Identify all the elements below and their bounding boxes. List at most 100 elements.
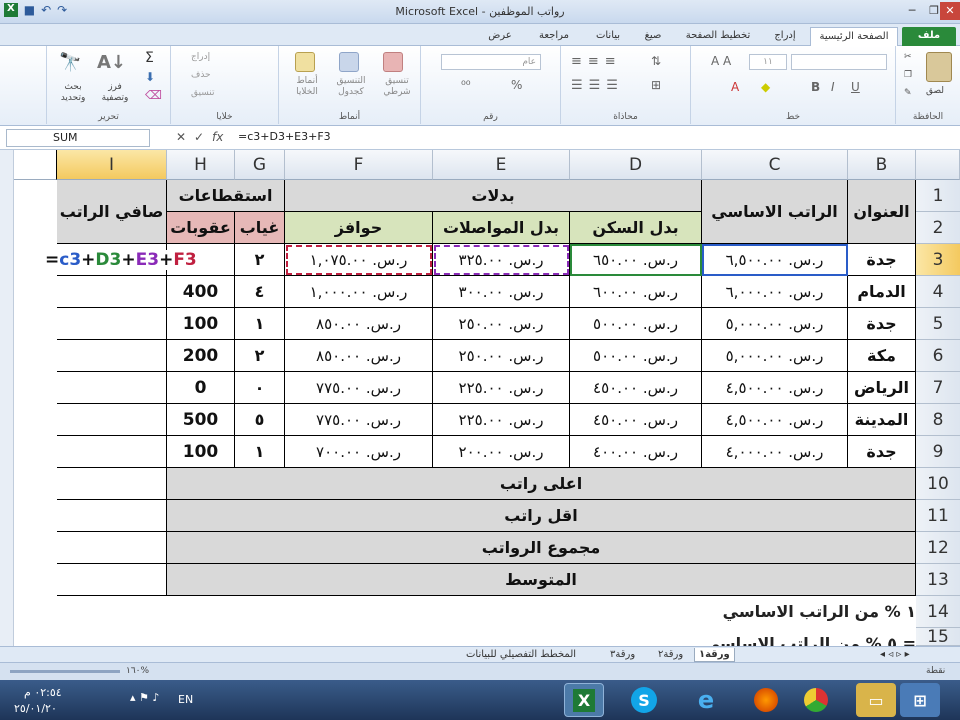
column-header-g[interactable]: G <box>235 150 285 180</box>
cell-net-6[interactable] <box>57 340 167 372</box>
font-color-icon[interactable]: A <box>731 80 739 94</box>
enter-icon[interactable]: ✓ <box>194 130 204 144</box>
note-row-14[interactable]: ١ % من الراتب الاساسي <box>723 602 916 621</box>
copy-icon[interactable]: ❐ <box>904 70 912 80</box>
cell-basic-5[interactable]: ر.س. ٥,٠٠٠.٠٠ <box>702 308 848 340</box>
cell-basic-6[interactable]: ر.س. ٥,٠٠٠.٠٠ <box>702 340 848 372</box>
cell-city-3[interactable]: جدة <box>848 244 916 276</box>
sheet-tab-0[interactable]: ورقة١ <box>694 648 735 662</box>
cancel-icon[interactable]: ✕ <box>176 130 186 144</box>
cell-housing-4[interactable]: ر.س. ٦٠٠.٠٠ <box>570 276 702 308</box>
autosum-icon[interactable]: Σ <box>145 50 154 66</box>
tab-2[interactable]: إدراج <box>764 27 806 46</box>
insert-cells-button[interactable]: إدراج <box>191 52 210 62</box>
firefox-icon[interactable] <box>746 683 786 717</box>
cell-absence-9[interactable]: ١ <box>235 436 285 468</box>
sheet-tab-2[interactable]: ورقة٣ <box>606 648 639 662</box>
cell-transport-7[interactable]: ر.س. ٢٢٥.٠٠ <box>433 372 570 404</box>
cell-basic-4[interactable]: ر.س. ٦,٠٠٠.٠٠ <box>702 276 848 308</box>
row-header-8[interactable]: 8 <box>916 404 960 436</box>
close-button[interactable]: ✕ <box>940 2 960 20</box>
name-box[interactable]: SUM <box>6 129 150 147</box>
column-header-f[interactable]: F <box>285 150 433 180</box>
column-header-e[interactable]: E <box>433 150 570 180</box>
header-transport[interactable]: بدل المواصلات <box>433 212 570 244</box>
row-header-12[interactable]: 12 <box>916 532 960 564</box>
tab-3[interactable]: تخطيط الصفحة <box>676 27 760 46</box>
cell-absence-3[interactable]: ٢ <box>235 244 285 276</box>
horizontal-align-icons[interactable]: ☰☰☰ <box>571 78 624 93</box>
row-header-1[interactable]: 1 <box>916 180 960 212</box>
insert-function-icon[interactable]: fx <box>212 130 223 144</box>
cell-absence-6[interactable]: ٢ <box>235 340 285 372</box>
sheet-tab-1[interactable]: ورقة٢ <box>654 648 687 662</box>
cell-absence-5[interactable]: ١ <box>235 308 285 340</box>
cell-net-7[interactable] <box>57 372 167 404</box>
conditional-format-icon[interactable] <box>383 52 403 72</box>
summary-label-0[interactable]: اعلى راتب <box>167 468 916 500</box>
ie-icon[interactable]: e <box>686 683 726 717</box>
sort-filter-icon[interactable]: A↓ <box>97 52 126 73</box>
cell-net-5[interactable] <box>57 308 167 340</box>
header-incentives[interactable]: حوافز <box>285 212 433 244</box>
delete-cells-button[interactable]: حذف <box>191 70 211 80</box>
font-name-field[interactable] <box>791 54 887 70</box>
cell-city-6[interactable]: مكة <box>848 340 916 372</box>
cell-absence-4[interactable]: ٤ <box>235 276 285 308</box>
header-allowances[interactable]: بدلات <box>285 180 702 212</box>
cell-basic-8[interactable]: ر.س. ٤,٥٠٠.٠٠ <box>702 404 848 436</box>
merge-icon[interactable]: ⊞ <box>651 78 661 92</box>
cell-transport-3[interactable]: ر.س. ٣٢٥.٠٠ <box>433 244 570 276</box>
row-header-3[interactable]: 3 <box>916 244 960 276</box>
format-cells-button[interactable]: تنسيق <box>191 88 214 98</box>
cell-incentive-5[interactable]: ر.س. ٨٥٠.٠٠ <box>285 308 433 340</box>
cell-net-8[interactable] <box>57 404 167 436</box>
summary-label-1[interactable]: اقل راتب <box>167 500 916 532</box>
decimal-icon[interactable]: ⁰⁰ <box>461 78 471 92</box>
summary-label-3[interactable]: المتوسط <box>167 564 916 596</box>
number-format-field[interactable]: عام <box>441 54 541 70</box>
minimize-button[interactable]: ─ <box>900 2 924 20</box>
excel-taskbar-icon[interactable]: X <box>564 683 604 717</box>
header-net-salary[interactable]: صافي الراتب <box>57 180 167 244</box>
tab-0[interactable]: ملف <box>902 27 956 46</box>
row-header-13[interactable]: 13 <box>916 564 960 596</box>
cell-summary-value-11[interactable] <box>57 500 167 532</box>
cell-transport-8[interactable]: ر.س. ٢٢٥.٠٠ <box>433 404 570 436</box>
cell-transport-4[interactable]: ر.س. ٣٠٠.٠٠ <box>433 276 570 308</box>
cell-city-4[interactable]: الدمام <box>848 276 916 308</box>
summary-label-2[interactable]: مجموع الرواتب <box>167 532 916 564</box>
cell-housing-8[interactable]: ر.س. ٤٥٠.٠٠ <box>570 404 702 436</box>
column-header-h[interactable]: H <box>167 150 235 180</box>
cell-housing-5[interactable]: ر.س. ٥٠٠.٠٠ <box>570 308 702 340</box>
cell-transport-6[interactable]: ر.س. ٢٥٠.٠٠ <box>433 340 570 372</box>
cell-transport-5[interactable]: ر.س. ٢٥٠.٠٠ <box>433 308 570 340</box>
column-header-b[interactable]: B <box>848 150 916 180</box>
cell-penalty-4[interactable]: 400 <box>167 276 235 308</box>
cell-incentive-9[interactable]: ر.س. ٧٠٠.٠٠ <box>285 436 433 468</box>
font-size-field[interactable]: ١١ <box>749 54 787 70</box>
cell-penalty-6[interactable]: 200 <box>167 340 235 372</box>
header-address[interactable]: العنوان <box>848 180 916 244</box>
cut-icon[interactable]: ✂ <box>904 52 912 62</box>
grow-font-icon[interactable]: A A <box>711 54 731 68</box>
tab-5[interactable]: بيانات <box>586 27 630 46</box>
underline-icon[interactable]: U <box>851 80 860 94</box>
language-indicator[interactable]: EN <box>178 693 193 706</box>
skype-icon[interactable]: S <box>624 683 664 717</box>
select-all-corner[interactable] <box>916 150 960 180</box>
start-icon[interactable]: ⊞ <box>900 683 940 717</box>
cell-city-9[interactable]: جدة <box>848 436 916 468</box>
sheet-nav-arrows[interactable]: ◂ ◃ ▹ ▸ <box>876 648 914 662</box>
paste-icon[interactable] <box>926 52 952 82</box>
row-header-2[interactable]: 2 <box>916 212 960 244</box>
percent-icon[interactable]: % <box>511 78 522 92</box>
cell-penalty-9[interactable]: 100 <box>167 436 235 468</box>
cell-incentive-4[interactable]: ر.س. ١,٠٠٠.٠٠ <box>285 276 433 308</box>
row-header-14[interactable]: 14 <box>916 596 960 628</box>
cell-housing-9[interactable]: ر.س. ٤٠٠.٠٠ <box>570 436 702 468</box>
header-deductions[interactable]: استقطاعات <box>167 180 285 212</box>
tab-4[interactable]: صيغ <box>634 27 672 46</box>
cell-basic-9[interactable]: ر.س. ٤,٠٠٠.٠٠ <box>702 436 848 468</box>
cell-penalty-3[interactable] <box>167 244 235 276</box>
